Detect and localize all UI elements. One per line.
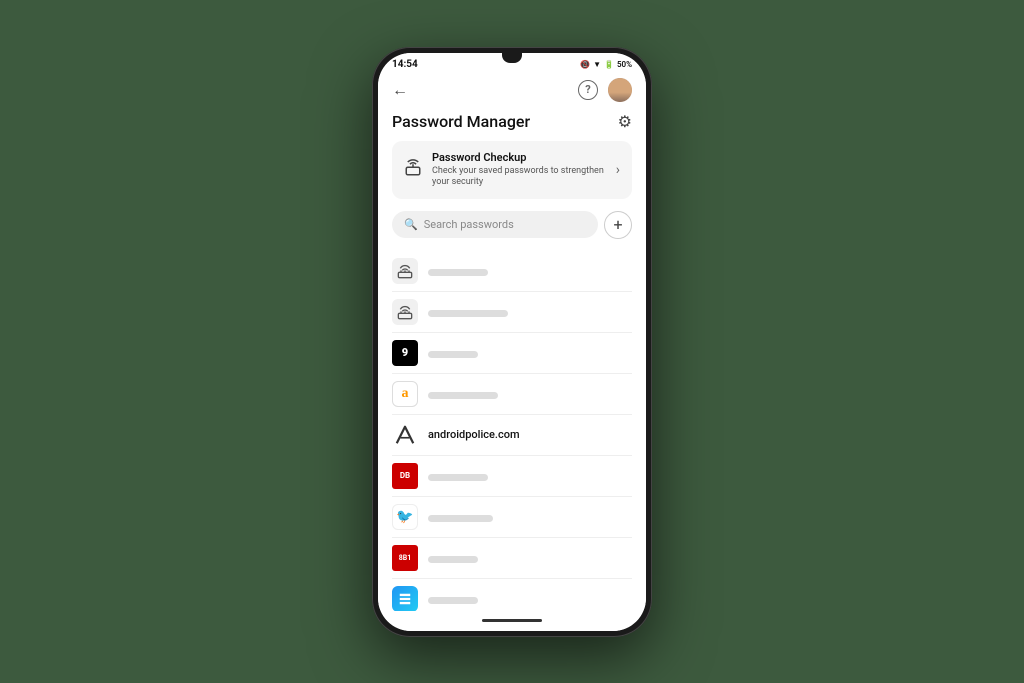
list-item[interactable]: 🐦 bbox=[392, 497, 632, 538]
site-username bbox=[428, 351, 478, 358]
title-row: Password Manager ⚙ bbox=[392, 108, 632, 131]
site-username bbox=[428, 556, 478, 563]
help-button[interactable]: ? bbox=[578, 80, 598, 100]
avatar-face bbox=[608, 78, 632, 102]
status-icons: 📵 ▼ 🔋 50% bbox=[580, 60, 632, 69]
list-item[interactable]: 9 bbox=[392, 333, 632, 374]
password-list: 9 a bbox=[392, 251, 632, 611]
site-info bbox=[428, 471, 632, 481]
home-indicator[interactable] bbox=[482, 619, 542, 622]
signal-icon: ▼ bbox=[593, 60, 601, 69]
list-item[interactable]: androidpolice.com bbox=[392, 415, 632, 456]
site-username bbox=[428, 392, 498, 399]
page-title: Password Manager bbox=[392, 112, 530, 131]
settings-icon[interactable]: ⚙ bbox=[618, 112, 632, 131]
site-username bbox=[428, 474, 488, 481]
phone-frame: 14:54 📵 ▼ 🔋 50% ← ? bbox=[372, 47, 652, 637]
main-content: Password Manager ⚙ Password Checkup Chec… bbox=[378, 108, 646, 611]
avatar[interactable] bbox=[608, 78, 632, 102]
checkup-card[interactable]: Password Checkup Check your saved passwo… bbox=[392, 141, 632, 199]
site-icon-androidpolice bbox=[392, 422, 418, 448]
phone-screen: 14:54 📵 ▼ 🔋 50% ← ? bbox=[378, 53, 646, 631]
checkup-text: Password Checkup Check your saved passwo… bbox=[432, 151, 606, 189]
checkup-desc: Check your saved passwords to strengthen… bbox=[432, 166, 606, 189]
list-item[interactable]: a bbox=[392, 374, 632, 415]
nav-right: ? bbox=[578, 78, 632, 102]
back-button[interactable]: ← bbox=[392, 80, 408, 100]
list-item[interactable] bbox=[392, 579, 632, 611]
site-icon-9gag: 9 bbox=[392, 340, 418, 366]
checkup-arrow: › bbox=[616, 162, 620, 178]
site-username bbox=[428, 515, 493, 522]
list-item[interactable]: 8B1 bbox=[392, 538, 632, 579]
site-username bbox=[428, 597, 478, 604]
site-icon-881: 8B1 bbox=[392, 545, 418, 571]
site-info bbox=[428, 594, 632, 604]
site-info bbox=[428, 512, 632, 522]
list-item[interactable]: DB bbox=[392, 456, 632, 497]
search-placeholder: Search passwords bbox=[424, 218, 514, 231]
nav-left: ← bbox=[392, 80, 408, 100]
add-password-button[interactable]: + bbox=[604, 211, 632, 239]
site-icon-bluebird: 🐦 bbox=[392, 504, 418, 530]
list-item[interactable] bbox=[392, 292, 632, 333]
site-info bbox=[428, 266, 632, 276]
site-info: androidpolice.com bbox=[428, 428, 632, 441]
list-item[interactable] bbox=[392, 251, 632, 292]
checkup-title: Password Checkup bbox=[432, 151, 606, 164]
site-icon-amazon: a bbox=[392, 381, 418, 407]
site-icon-blue bbox=[392, 586, 418, 611]
camera-cutout bbox=[502, 53, 522, 63]
site-name-androidpolice: androidpolice.com bbox=[428, 428, 632, 441]
site-username bbox=[428, 310, 508, 317]
wifi-off-icon: 📵 bbox=[580, 60, 590, 69]
site-info bbox=[428, 348, 632, 358]
battery-icon: 🔋 bbox=[604, 60, 614, 69]
status-time: 14:54 bbox=[392, 59, 418, 70]
status-bar: 14:54 📵 ▼ 🔋 50% bbox=[378, 53, 646, 72]
site-info bbox=[428, 553, 632, 563]
site-icon-router1 bbox=[392, 258, 418, 284]
search-icon: 🔍 bbox=[404, 218, 418, 231]
search-row: 🔍 Search passwords + bbox=[392, 211, 632, 239]
battery-label: 50% bbox=[617, 60, 632, 69]
site-username bbox=[428, 269, 488, 276]
site-info bbox=[428, 389, 632, 399]
top-nav: ← ? bbox=[378, 72, 646, 108]
checkup-icon bbox=[404, 159, 422, 181]
bottom-bar bbox=[378, 611, 646, 631]
site-info bbox=[428, 307, 632, 317]
search-bar[interactable]: 🔍 Search passwords bbox=[392, 211, 598, 238]
site-icon-router2 bbox=[392, 299, 418, 325]
site-icon-db: DB bbox=[392, 463, 418, 489]
